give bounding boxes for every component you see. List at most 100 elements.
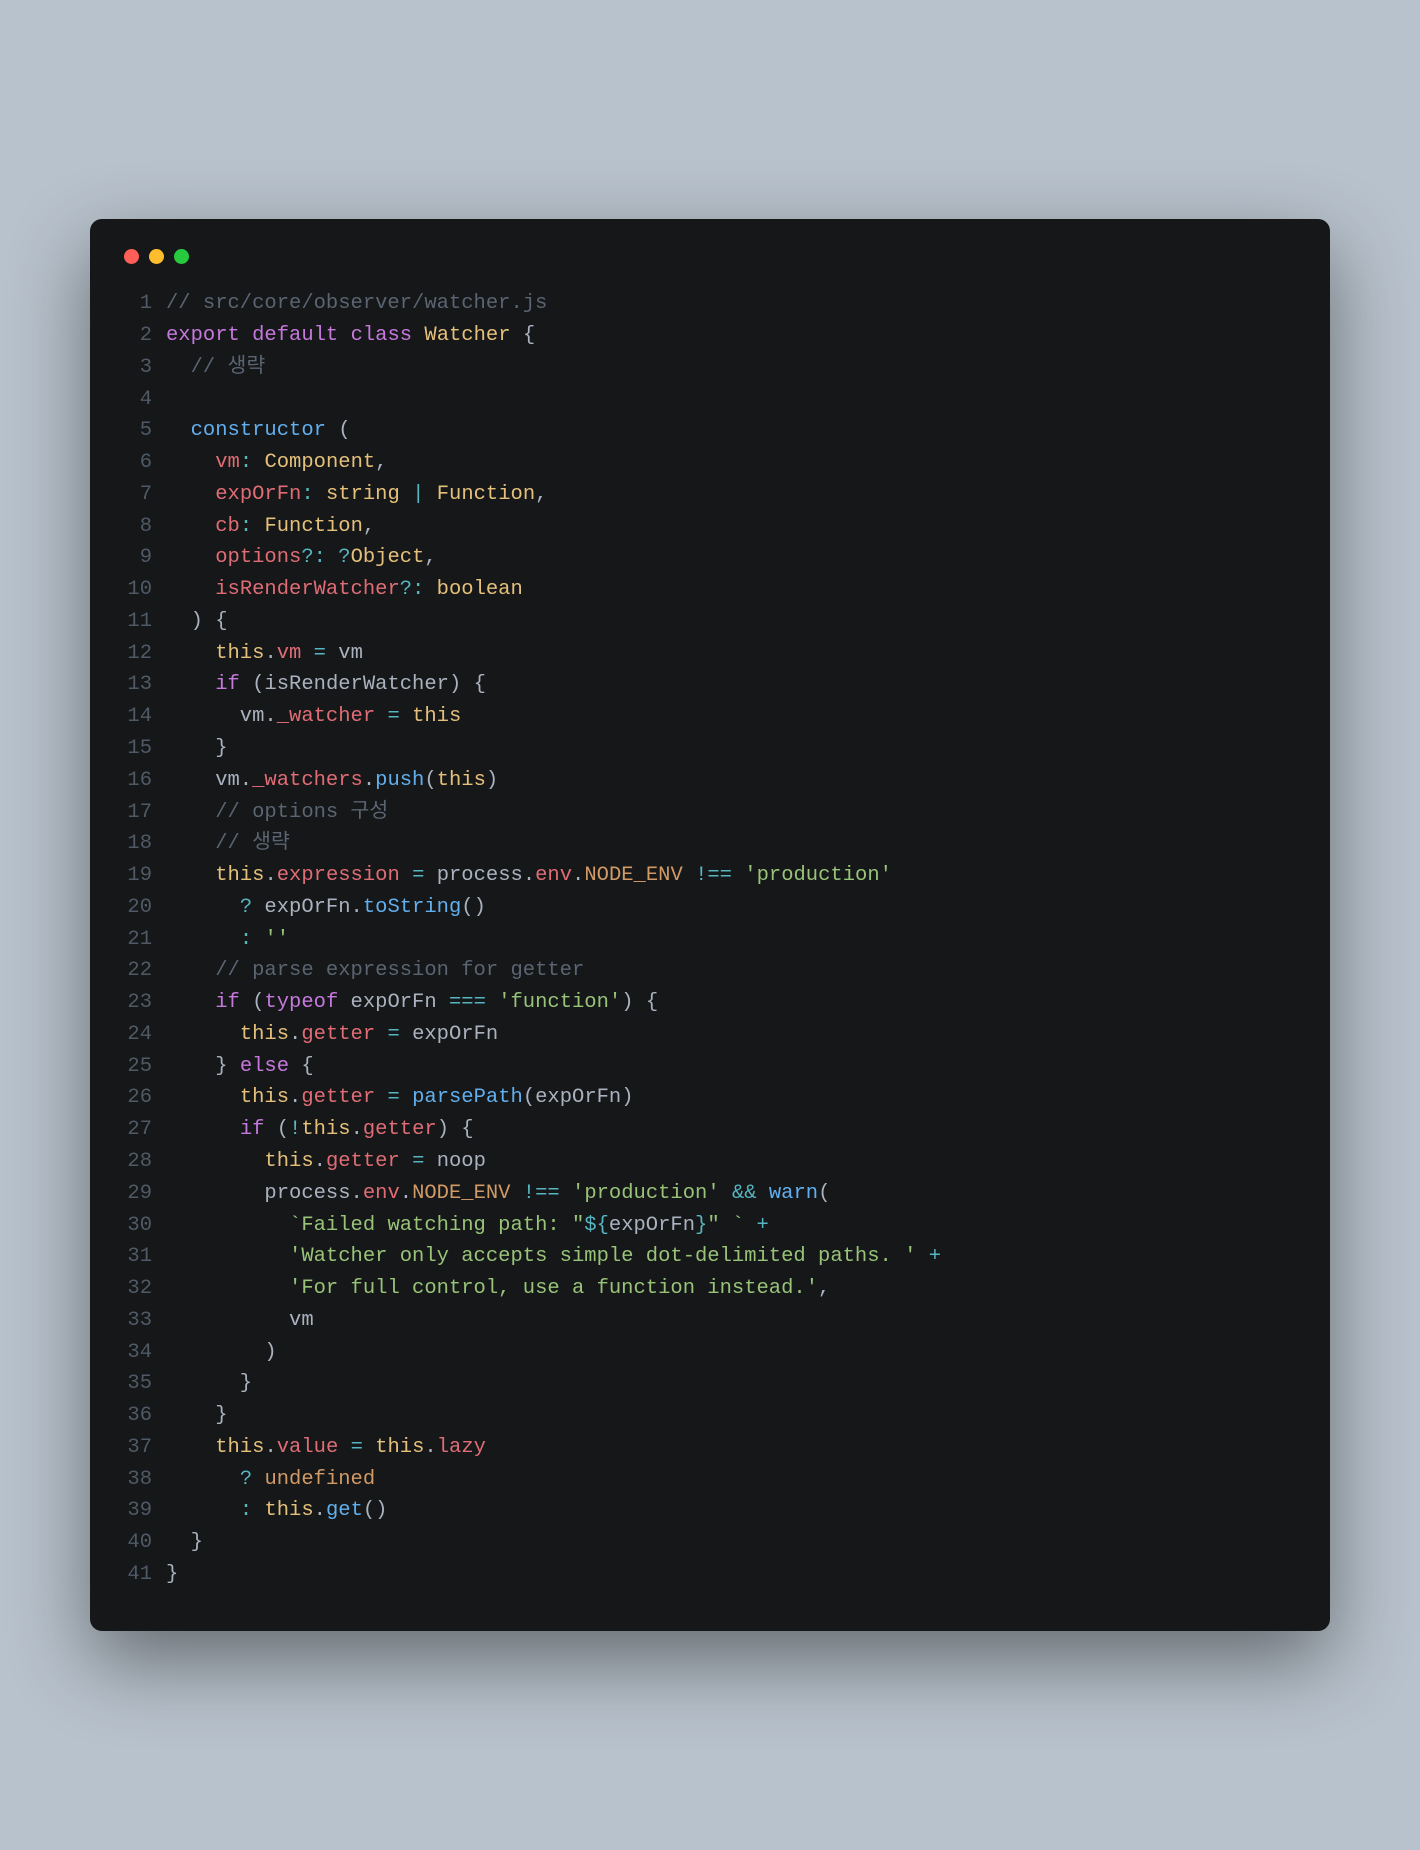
line-content[interactable]: expOrFn: string | Function, <box>166 479 1300 511</box>
line-content[interactable]: // options 구성 <box>166 797 1300 829</box>
line-content[interactable]: vm <box>166 1305 1300 1337</box>
line-content[interactable]: ) { <box>166 606 1300 638</box>
line-content[interactable]: } <box>166 733 1300 765</box>
line-content[interactable]: this.getter = noop <box>166 1146 1300 1178</box>
code-line[interactable]: 21 : '' <box>120 924 1300 956</box>
code-line[interactable]: 39 : this.get() <box>120 1495 1300 1527</box>
line-content[interactable]: // 생략 <box>166 828 1300 860</box>
code-line[interactable]: 22 // parse expression for getter <box>120 955 1300 987</box>
code-line[interactable]: 41} <box>120 1559 1300 1591</box>
line-number: 1 <box>120 288 166 320</box>
line-number: 27 <box>120 1114 166 1146</box>
line-content[interactable]: // 생략 <box>166 352 1300 384</box>
line-content[interactable]: } else { <box>166 1051 1300 1083</box>
line-content[interactable]: vm: Component, <box>166 447 1300 479</box>
code-line[interactable]: 11 ) { <box>120 606 1300 638</box>
code-line[interactable]: 27 if (!this.getter) { <box>120 1114 1300 1146</box>
line-number: 18 <box>120 828 166 860</box>
line-content[interactable]: } <box>166 1368 1300 1400</box>
minimize-icon[interactable] <box>149 249 164 264</box>
code-line[interactable]: 2export default class Watcher { <box>120 320 1300 352</box>
line-content[interactable]: options?: ?Object, <box>166 542 1300 574</box>
line-content[interactable]: this.getter = parsePath(expOrFn) <box>166 1082 1300 1114</box>
line-content[interactable]: constructor ( <box>166 415 1300 447</box>
line-number: 12 <box>120 638 166 670</box>
code-line[interactable]: 24 this.getter = expOrFn <box>120 1019 1300 1051</box>
line-content[interactable]: } <box>166 1559 1300 1591</box>
code-line[interactable]: 37 this.value = this.lazy <box>120 1432 1300 1464</box>
code-line[interactable]: 23 if (typeof expOrFn === 'function') { <box>120 987 1300 1019</box>
code-line[interactable]: 40 } <box>120 1527 1300 1559</box>
code-line[interactable]: 30 `Failed watching path: "${expOrFn}" `… <box>120 1210 1300 1242</box>
close-icon[interactable] <box>124 249 139 264</box>
line-content[interactable]: this.value = this.lazy <box>166 1432 1300 1464</box>
code-line[interactable]: 28 this.getter = noop <box>120 1146 1300 1178</box>
code-window: 1// src/core/observer/watcher.js2export … <box>90 219 1330 1630</box>
line-content[interactable]: if (typeof expOrFn === 'function') { <box>166 987 1300 1019</box>
line-content[interactable]: if (!this.getter) { <box>166 1114 1300 1146</box>
code-line[interactable]: 19 this.expression = process.env.NODE_EN… <box>120 860 1300 892</box>
code-line[interactable]: 38 ? undefined <box>120 1464 1300 1496</box>
code-line[interactable]: 9 options?: ?Object, <box>120 542 1300 574</box>
line-content[interactable]: `Failed watching path: "${expOrFn}" ` + <box>166 1210 1300 1242</box>
code-line[interactable]: 32 'For full control, use a function ins… <box>120 1273 1300 1305</box>
code-editor[interactable]: 1// src/core/observer/watcher.js2export … <box>120 288 1300 1590</box>
line-content[interactable]: isRenderWatcher?: boolean <box>166 574 1300 606</box>
line-content[interactable]: process.env.NODE_ENV !== 'production' &&… <box>166 1178 1300 1210</box>
line-number: 39 <box>120 1495 166 1527</box>
maximize-icon[interactable] <box>174 249 189 264</box>
code-line[interactable]: 35 } <box>120 1368 1300 1400</box>
code-line[interactable]: 14 vm._watcher = this <box>120 701 1300 733</box>
code-line[interactable]: 18 // 생략 <box>120 828 1300 860</box>
line-content[interactable]: ) <box>166 1337 1300 1369</box>
line-content[interactable]: cb: Function, <box>166 511 1300 543</box>
line-number: 36 <box>120 1400 166 1432</box>
code-line[interactable]: 34 ) <box>120 1337 1300 1369</box>
code-line[interactable]: 3 // 생략 <box>120 352 1300 384</box>
code-line[interactable]: 15 } <box>120 733 1300 765</box>
code-line[interactable]: 29 process.env.NODE_ENV !== 'production'… <box>120 1178 1300 1210</box>
code-line[interactable]: 36 } <box>120 1400 1300 1432</box>
code-line[interactable]: 25 } else { <box>120 1051 1300 1083</box>
line-content[interactable]: if (isRenderWatcher) { <box>166 669 1300 701</box>
line-number: 19 <box>120 860 166 892</box>
line-content[interactable]: this.expression = process.env.NODE_ENV !… <box>166 860 1300 892</box>
line-content[interactable]: 'For full control, use a function instea… <box>166 1273 1300 1305</box>
line-content[interactable]: // parse expression for getter <box>166 955 1300 987</box>
line-content[interactable]: } <box>166 1400 1300 1432</box>
line-number: 29 <box>120 1178 166 1210</box>
line-content[interactable]: } <box>166 1527 1300 1559</box>
line-content[interactable]: : this.get() <box>166 1495 1300 1527</box>
line-content[interactable]: : '' <box>166 924 1300 956</box>
code-line[interactable]: 7 expOrFn: string | Function, <box>120 479 1300 511</box>
code-line[interactable]: 16 vm._watchers.push(this) <box>120 765 1300 797</box>
code-line[interactable]: 10 isRenderWatcher?: boolean <box>120 574 1300 606</box>
code-line[interactable]: 13 if (isRenderWatcher) { <box>120 669 1300 701</box>
code-line[interactable]: 8 cb: Function, <box>120 511 1300 543</box>
line-content[interactable]: vm._watchers.push(this) <box>166 765 1300 797</box>
line-content[interactable]: this.vm = vm <box>166 638 1300 670</box>
code-line[interactable]: 5 constructor ( <box>120 415 1300 447</box>
line-number: 5 <box>120 415 166 447</box>
code-line[interactable]: 33 vm <box>120 1305 1300 1337</box>
line-number: 34 <box>120 1337 166 1369</box>
line-content[interactable]: this.getter = expOrFn <box>166 1019 1300 1051</box>
code-line[interactable]: 4 <box>120 384 1300 416</box>
line-content[interactable]: export default class Watcher { <box>166 320 1300 352</box>
line-number: 10 <box>120 574 166 606</box>
line-number: 4 <box>120 384 166 416</box>
line-content[interactable]: ? expOrFn.toString() <box>166 892 1300 924</box>
code-line[interactable]: 6 vm: Component, <box>120 447 1300 479</box>
line-content[interactable] <box>166 384 1300 416</box>
code-line[interactable]: 12 this.vm = vm <box>120 638 1300 670</box>
code-line[interactable]: 26 this.getter = parsePath(expOrFn) <box>120 1082 1300 1114</box>
line-content[interactable]: 'Watcher only accepts simple dot-delimit… <box>166 1241 1300 1273</box>
code-line[interactable]: 20 ? expOrFn.toString() <box>120 892 1300 924</box>
line-content[interactable]: vm._watcher = this <box>166 701 1300 733</box>
line-number: 15 <box>120 733 166 765</box>
code-line[interactable]: 1// src/core/observer/watcher.js <box>120 288 1300 320</box>
code-line[interactable]: 31 'Watcher only accepts simple dot-deli… <box>120 1241 1300 1273</box>
line-content[interactable]: ? undefined <box>166 1464 1300 1496</box>
code-line[interactable]: 17 // options 구성 <box>120 797 1300 829</box>
line-content[interactable]: // src/core/observer/watcher.js <box>166 288 1300 320</box>
